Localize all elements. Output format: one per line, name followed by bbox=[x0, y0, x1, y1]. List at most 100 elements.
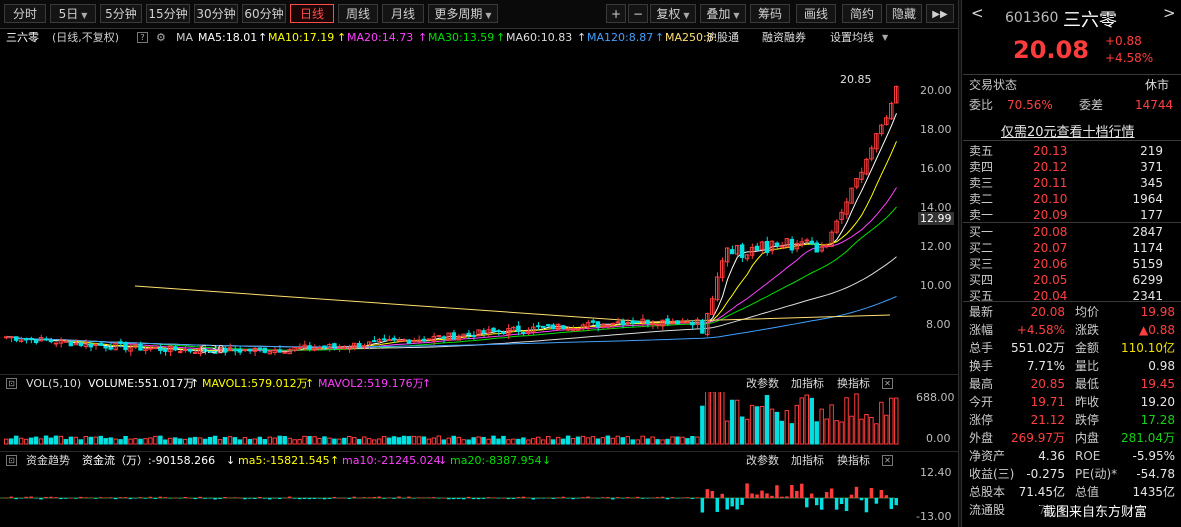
level-price: 20.12 bbox=[1033, 160, 1068, 174]
hgt-link[interactable]: 沪股通 bbox=[706, 29, 739, 47]
price-axis-label: 10.00 bbox=[920, 279, 952, 292]
arrow-up-icon: ↑ bbox=[418, 31, 428, 44]
flow-change-params-button[interactable]: 改参数 bbox=[746, 452, 779, 470]
close-icon[interactable]: ✕ bbox=[882, 378, 893, 389]
collapse-icon[interactable]: ⊡ bbox=[6, 378, 17, 389]
arrow-up-icon: ↑ bbox=[330, 454, 340, 467]
tab-15min[interactable]: 15分钟 bbox=[146, 4, 190, 23]
hide-button[interactable]: 隐藏 bbox=[886, 4, 922, 23]
collapse-icon[interactable]: ⊡ bbox=[6, 455, 17, 466]
ask-row[interactable]: 卖三 20.11 345 bbox=[963, 175, 1181, 192]
stat-value: 4.36 bbox=[1038, 449, 1065, 463]
zoom-in-button[interactable]: + bbox=[606, 4, 626, 23]
tab-more-periods[interactable]: 更多周期 ▼ bbox=[428, 4, 498, 23]
flow-ma5: ma5:-15821.545 bbox=[238, 454, 330, 467]
vol-change-params-button[interactable]: 改参数 bbox=[746, 375, 779, 393]
divider bbox=[963, 301, 1181, 302]
low-marker: 6.30 bbox=[200, 343, 225, 356]
flow-switch-indicator-button[interactable]: 换指标 bbox=[837, 452, 870, 470]
tab-60min[interactable]: 60分钟 bbox=[242, 4, 286, 23]
level-price: 20.05 bbox=[1033, 273, 1068, 287]
vol-switch-indicator-button[interactable]: 换指标 bbox=[837, 375, 870, 393]
settings-gear-icon[interactable]: ⚙ bbox=[156, 29, 166, 47]
stat-row: 净资产 4.36 ROE -5.95% bbox=[963, 448, 1181, 465]
ma30-value: MA30:13.59 bbox=[428, 31, 495, 44]
weicha-value: 14744 bbox=[1135, 98, 1174, 112]
bid-row[interactable]: 买一 20.08 2847 bbox=[963, 224, 1181, 241]
stat-label: 外盘 bbox=[969, 431, 994, 445]
mavol1-value: MAVOL1:579.012万 bbox=[202, 377, 308, 390]
period-toolbar: 分时 5日 ▼ 5分钟 15分钟 30分钟 60分钟 日线 周线 月线 更多周期 ▼… bbox=[0, 0, 958, 29]
simple-button[interactable]: 简约 bbox=[842, 4, 882, 23]
forward-arrow-icon[interactable]: > bbox=[1163, 4, 1176, 22]
bid-row[interactable]: 买三 20.06 5159 bbox=[963, 256, 1181, 273]
divider bbox=[963, 140, 1181, 141]
stat-value: 19.45 bbox=[1140, 377, 1175, 391]
level-price: 20.04 bbox=[1033, 289, 1068, 303]
level-label: 买一 bbox=[969, 225, 994, 239]
draw-button[interactable]: 画线 bbox=[796, 4, 836, 23]
level-label: 买二 bbox=[969, 241, 994, 255]
stat-value: -54.78 bbox=[1136, 467, 1175, 481]
stat-row: 最新 20.08 均价 19.98 bbox=[963, 304, 1181, 321]
arrow-up-icon: ↑ bbox=[577, 31, 587, 44]
flow-add-indicator-button[interactable]: 加指标 bbox=[791, 452, 824, 470]
bid-row[interactable]: 买四 20.05 6299 bbox=[963, 272, 1181, 289]
chevron-down-icon: ▼ bbox=[733, 11, 740, 20]
high-marker: 20.85 bbox=[840, 73, 872, 86]
stat-value: 19.71 bbox=[1030, 395, 1065, 409]
stat-row: 涨幅 +4.58% 涨跌 ▲0.88 bbox=[963, 322, 1181, 339]
level-volume: 2847 bbox=[1132, 225, 1163, 239]
price-axis-label: 8.00 bbox=[926, 318, 951, 331]
arrow-up-icon: ↑ bbox=[190, 377, 200, 390]
panel-divider[interactable] bbox=[958, 0, 962, 527]
tab-30min[interactable]: 30分钟 bbox=[194, 4, 238, 23]
stat-value: 20.85 bbox=[1030, 377, 1065, 391]
back-arrow-icon[interactable]: < bbox=[971, 4, 984, 22]
arrow-up-icon: ↑ bbox=[422, 377, 432, 390]
tab-5day[interactable]: 5日 ▼ bbox=[50, 4, 96, 23]
stat-value: ▲0.88 bbox=[1139, 323, 1175, 337]
ask-row[interactable]: 卖五 20.13 219 bbox=[963, 143, 1181, 160]
ask-row[interactable]: 卖四 20.12 371 bbox=[963, 159, 1181, 176]
candlestick-chart[interactable] bbox=[0, 47, 958, 374]
tab-monthly[interactable]: 月线 bbox=[382, 4, 424, 23]
level-label: 卖五 bbox=[969, 144, 994, 158]
stat-value: 0.98 bbox=[1148, 359, 1175, 373]
vol-add-indicator-button[interactable]: 加指标 bbox=[791, 375, 824, 393]
tab-intraday[interactable]: 分时 bbox=[4, 4, 46, 23]
bid-row[interactable]: 买五 20.04 2341 bbox=[963, 288, 1181, 305]
fund-flow-header: ⊡ 资金趋势 资金流（万）:-90158.266 ↓ ma5:-15821.54… bbox=[0, 451, 958, 470]
ma-label: MA bbox=[176, 31, 194, 44]
arrow-up-icon: ↑ bbox=[496, 31, 506, 44]
price-change: +0.88 bbox=[1105, 34, 1142, 48]
tab-weekly[interactable]: 周线 bbox=[338, 4, 378, 23]
stat-value: 7.71% bbox=[1026, 359, 1065, 373]
tab-daily[interactable]: 日线 bbox=[290, 4, 334, 23]
stat-value: 20.08 bbox=[1030, 305, 1065, 319]
ma-settings-link[interactable]: 设置均线 bbox=[830, 29, 874, 47]
bid-row[interactable]: 买二 20.07 1174 bbox=[963, 240, 1181, 257]
help-icon[interactable]: ? bbox=[137, 32, 148, 43]
chevron-down-icon[interactable]: ▼ bbox=[882, 29, 888, 47]
ask-row[interactable]: 卖二 20.10 1964 bbox=[963, 191, 1181, 208]
overlay-button[interactable]: 叠加 ▼ bbox=[700, 4, 746, 23]
weicha-label: 委差 bbox=[1079, 98, 1104, 112]
stat-label: 最新 bbox=[969, 305, 994, 319]
flow-ma10: ma10:-21245.024 bbox=[342, 454, 441, 467]
close-icon[interactable]: ✕ bbox=[882, 455, 893, 466]
margin-trading-link[interactable]: 融资融券 bbox=[762, 29, 806, 47]
trade-status-row: 交易状态 休市 bbox=[963, 77, 1181, 94]
adjust-button[interactable]: 复权 ▼ bbox=[650, 4, 696, 23]
stat-label: 流通股 bbox=[969, 503, 1006, 517]
double-chevron-right-icon[interactable]: ▶▶ bbox=[926, 4, 954, 23]
stat-label: ROE bbox=[1075, 449, 1101, 463]
stat-value: 17.28 bbox=[1140, 413, 1175, 427]
tab-5min[interactable]: 5分钟 bbox=[100, 4, 142, 23]
level2-upsell-link[interactable]: 仅需20元查看十档行情 bbox=[1001, 121, 1135, 140]
flow-title: 资金趋势 bbox=[26, 454, 70, 467]
chips-button[interactable]: 筹码 bbox=[750, 4, 790, 23]
zoom-out-button[interactable]: − bbox=[628, 4, 648, 23]
price-axis-label: 20.00 bbox=[920, 84, 952, 97]
ma5-value: MA5:18.01 bbox=[198, 31, 258, 44]
